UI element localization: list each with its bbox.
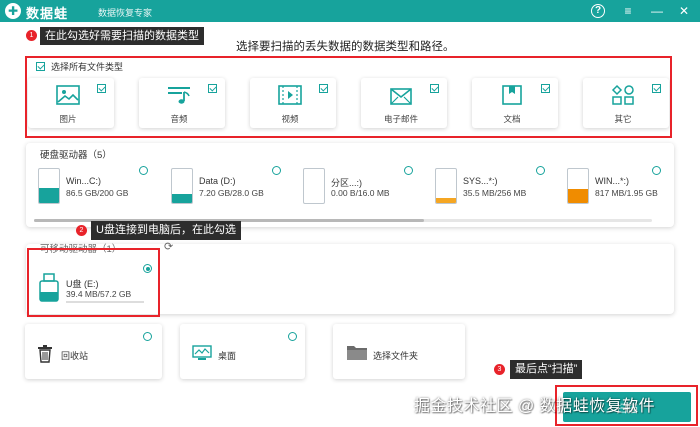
close-icon[interactable]: ✕ xyxy=(675,2,693,20)
callout-number-2: 2 xyxy=(76,225,87,236)
drive-size: 35.5 MB/256 MB xyxy=(463,188,527,198)
drive-c-radio[interactable] xyxy=(139,166,148,175)
callout-number-3: 3 xyxy=(494,364,505,375)
drive-name: Data (D:) xyxy=(199,176,236,186)
drive-size: 7.20 GB/28.0 GB xyxy=(199,188,264,198)
drive-size: 0.00 B/16.0 MB xyxy=(331,188,390,198)
drive-usage-bar xyxy=(172,194,192,203)
drive-sys[interactable]: SYS...*:) 35.5 MB/256 MB xyxy=(435,166,545,212)
callout-2: U盘连接到电脑后，在此勾选 xyxy=(91,221,241,240)
drive-d[interactable]: Data (D:) 7.20 GB/28.0 GB xyxy=(171,166,281,212)
hard-drives-title: 硬盘驱动器（5） xyxy=(40,150,112,161)
shortcut-label: 桌面 xyxy=(218,351,237,361)
shortcut-label: 选择文件夹 xyxy=(373,351,419,361)
hard-drive-icon xyxy=(567,168,589,204)
app-subtitle: 数据恢复专家 xyxy=(98,8,153,18)
desktop-icon xyxy=(192,345,212,360)
recycle-bin-icon xyxy=(38,345,52,363)
drive-usage-bar xyxy=(436,198,456,203)
watermark: 掘金技术社区 @ 数据蛙恢复软件 xyxy=(414,398,656,415)
help-icon[interactable]: ? xyxy=(591,4,605,18)
page-heading: 选择要扫描的丢失数据的数据类型和路径。 xyxy=(236,41,455,53)
drive-name: WIN...*:) xyxy=(595,176,629,186)
app-logo-icon: ✚ xyxy=(5,3,21,19)
drive-sys-radio[interactable] xyxy=(536,166,545,175)
folder-icon xyxy=(347,346,367,360)
minimize-icon[interactable]: — xyxy=(648,2,666,20)
drive-name: Win...C:) xyxy=(66,176,101,186)
drive-partition[interactable]: 分区...:) 0.00 B/16.0 MB xyxy=(303,166,413,212)
recycle-bin-radio[interactable] xyxy=(143,332,152,341)
hard-drive-icon xyxy=(435,168,457,204)
drive-usage-bar xyxy=(39,188,59,203)
drive-partition-radio[interactable] xyxy=(404,166,413,175)
drive-name: SYS...*:) xyxy=(463,176,498,186)
app-name: 数据蛙 xyxy=(26,6,69,21)
drive-size: 817 MB/1.95 GB xyxy=(595,188,658,198)
shortcut-desktop[interactable]: 桌面 xyxy=(180,324,305,379)
shortcut-select-folder[interactable]: 选择文件夹 xyxy=(333,324,465,379)
hard-drive-icon xyxy=(303,168,325,204)
shortcut-label: 回收站 xyxy=(61,351,89,361)
drive-d-radio[interactable] xyxy=(272,166,281,175)
drive-usage-bar xyxy=(568,188,588,203)
hard-drive-icon xyxy=(171,168,193,204)
drive-c[interactable]: Win...C:) 86.5 GB/200 GB xyxy=(38,166,148,212)
desktop-radio[interactable] xyxy=(288,332,297,341)
callout-number-1: 1 xyxy=(26,30,37,41)
title-bar: ✚ 数据蛙 数据恢复专家 ? ≡ — ✕ xyxy=(0,0,700,22)
refresh-icon[interactable]: ⟳ xyxy=(164,240,173,253)
callout-1: 在此勾选好需要扫描的数据类型 xyxy=(40,27,204,45)
callout-3: 最后点“扫描” xyxy=(510,360,583,379)
shortcut-recycle-bin[interactable]: 回收站 xyxy=(25,324,162,379)
highlight-file-types xyxy=(25,56,672,138)
hard-drive-icon xyxy=(38,168,60,204)
menu-icon[interactable]: ≡ xyxy=(619,2,637,20)
highlight-usb-drive xyxy=(27,248,160,317)
drive-win-radio[interactable] xyxy=(652,166,661,175)
drive-size: 86.5 GB/200 GB xyxy=(66,188,129,198)
